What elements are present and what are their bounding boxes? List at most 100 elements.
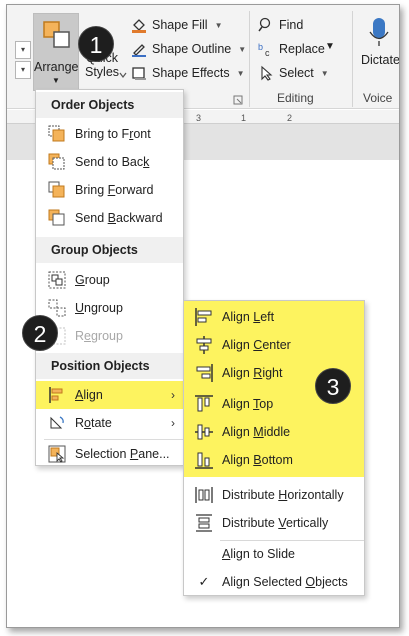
dictate-button[interactable]: Dictate bbox=[361, 53, 400, 67]
menu-item-rotate[interactable]: Rotate › bbox=[36, 409, 183, 437]
menu-item-selection-pane[interactable]: Selection Pane... bbox=[36, 440, 183, 468]
menu-item-align-middle[interactable]: Align Middle bbox=[184, 418, 364, 446]
menu-item-label: Align Center bbox=[222, 338, 291, 352]
shape-fill-label: Shape Fill bbox=[152, 18, 208, 32]
chevron-down-icon: ▼ bbox=[52, 76, 60, 85]
rotate-icon bbox=[50, 416, 64, 429]
paint-bucket-icon bbox=[132, 19, 146, 33]
ruler-mark: 2 bbox=[287, 113, 293, 123]
menu-item-label: Send to Back bbox=[75, 155, 150, 169]
menu-item-align-center[interactable]: Align Center bbox=[184, 331, 364, 359]
menu-item-label: Distribute Horizontally bbox=[222, 488, 344, 502]
shape-outline-button[interactable]: Shape Outline ▼ bbox=[131, 41, 246, 57]
dictate-label: Dictate bbox=[361, 53, 400, 67]
menu-item-label: Selection Pane... bbox=[75, 447, 170, 461]
chevron-down-icon: ▼ bbox=[236, 68, 245, 78]
find-button[interactable]: Find bbox=[258, 17, 303, 33]
chevron-right-icon: › bbox=[171, 416, 175, 430]
menu-item-label: Align Selected Objects bbox=[222, 575, 348, 589]
quick-styles-chevron-icon bbox=[119, 72, 127, 78]
order-objects-header: Order Objects bbox=[36, 92, 183, 118]
align-right-icon bbox=[196, 364, 213, 382]
chevron-down-icon: ▼ bbox=[320, 68, 329, 78]
distribute-vertically-icon bbox=[196, 514, 212, 532]
menu-item-label: Align Top bbox=[222, 397, 274, 411]
align-middle-icon bbox=[195, 424, 213, 440]
menu-item-align-left[interactable]: Align Left bbox=[184, 303, 364, 331]
menu-item-bring-forward[interactable]: Bring Forward bbox=[36, 176, 183, 204]
gallery-more-button[interactable]: ▾ bbox=[15, 61, 31, 79]
group-separator bbox=[249, 11, 250, 107]
send-to-back-icon bbox=[48, 153, 65, 170]
menu-item-label: Ungroup bbox=[75, 301, 123, 315]
microphone-icon bbox=[369, 18, 389, 46]
arrange-menu: Order Objects Bring to Front Send to Bac… bbox=[35, 89, 184, 466]
arrange-icon bbox=[43, 21, 70, 48]
chevron-down-icon: ▼ bbox=[238, 44, 247, 54]
align-left-icon bbox=[195, 308, 212, 326]
arrange-label: Arrange bbox=[34, 60, 79, 74]
quick-styles-label-2: Styles bbox=[85, 65, 120, 79]
menu-item-align-bottom[interactable]: Align Bottom bbox=[184, 446, 364, 474]
arrange-button[interactable]: Arrange ▼ bbox=[33, 13, 79, 91]
menu-item-distribute-vertically[interactable]: Distribute Vertically bbox=[184, 509, 364, 537]
ruler-mark: 3 bbox=[196, 113, 202, 123]
menu-item-align-to-slide[interactable]: Align to Slide bbox=[184, 540, 364, 568]
menu-item-distribute-horizontally[interactable]: Distribute Horizontally bbox=[184, 481, 364, 509]
dialog-launcher-icon[interactable] bbox=[233, 95, 243, 105]
select-label: Select bbox=[279, 66, 314, 80]
callout-1: 1 bbox=[78, 26, 114, 62]
menu-item-label: Align bbox=[75, 388, 103, 402]
checkmark-icon: ✓ bbox=[198, 574, 210, 589]
menu-item-regroup: Regroup bbox=[36, 322, 183, 350]
menu-item-send-backward[interactable]: Send Backward bbox=[36, 204, 183, 232]
send-backward-icon bbox=[48, 209, 65, 226]
menu-item-label: Align Middle bbox=[222, 425, 291, 439]
replace-label: Replace bbox=[279, 42, 325, 56]
menu-item-label: Rotate bbox=[75, 416, 112, 430]
menu-item-label: Send Backward bbox=[75, 211, 163, 225]
pen-icon bbox=[132, 44, 146, 57]
shape-fill-button[interactable]: Shape Fill ▼ bbox=[131, 17, 223, 33]
menu-item-label: Align to Slide bbox=[222, 547, 295, 561]
replace-button[interactable]: bc Replace bbox=[258, 41, 325, 57]
ungroup-icon bbox=[48, 299, 66, 317]
shape-effects-button[interactable]: Shape Effects ▼ bbox=[131, 65, 245, 81]
cursor-arrow-icon bbox=[261, 65, 273, 81]
group-objects-header: Group Objects bbox=[36, 237, 183, 263]
menu-item-align[interactable]: Align › bbox=[36, 381, 183, 409]
replace-dropdown-chevron[interactable]: ▼ bbox=[325, 41, 335, 52]
menu-item-label: Group bbox=[75, 273, 110, 287]
shape-effects-icon bbox=[132, 67, 146, 80]
align-icon bbox=[49, 387, 63, 403]
voice-group-label: Voice bbox=[363, 91, 393, 105]
position-objects-header: Position Objects bbox=[36, 353, 183, 379]
search-icon bbox=[258, 17, 271, 32]
menu-item-align-selected-objects[interactable]: ✓ Align Selected Objects bbox=[184, 568, 364, 596]
select-button[interactable]: Select ▼ bbox=[258, 65, 329, 81]
group-separator bbox=[352, 11, 353, 107]
svg-text:b: b bbox=[258, 42, 263, 52]
group-icon bbox=[48, 271, 66, 289]
align-top-icon bbox=[195, 395, 213, 412]
distribute-horizontally-icon bbox=[195, 487, 213, 503]
align-bottom-icon bbox=[195, 452, 213, 469]
chevron-right-icon: › bbox=[171, 388, 175, 402]
callout-3: 3 bbox=[315, 368, 351, 404]
menu-item-label: Bring to Front bbox=[75, 127, 151, 141]
menu-item-group[interactable]: Group bbox=[36, 266, 183, 294]
editing-group-label: Editing bbox=[277, 91, 314, 105]
ruler-mark: 1 bbox=[241, 113, 247, 123]
shape-effects-label: Shape Effects bbox=[152, 66, 230, 80]
menu-item-bring-to-front[interactable]: Bring to Front bbox=[36, 120, 183, 148]
menu-item-send-to-back[interactable]: Send to Back bbox=[36, 148, 183, 176]
selection-pane-icon bbox=[48, 445, 66, 463]
callout-2: 2 bbox=[22, 315, 58, 351]
menu-item-label: Align Bottom bbox=[222, 453, 293, 467]
menu-item-ungroup[interactable]: Ungroup bbox=[36, 294, 183, 322]
gallery-down-button[interactable]: ▾ bbox=[15, 41, 31, 59]
bring-to-front-icon bbox=[48, 125, 65, 142]
svg-text:c: c bbox=[265, 48, 270, 57]
menu-item-label: Align Right bbox=[222, 366, 283, 380]
menu-item-label: Bring Forward bbox=[75, 183, 154, 197]
